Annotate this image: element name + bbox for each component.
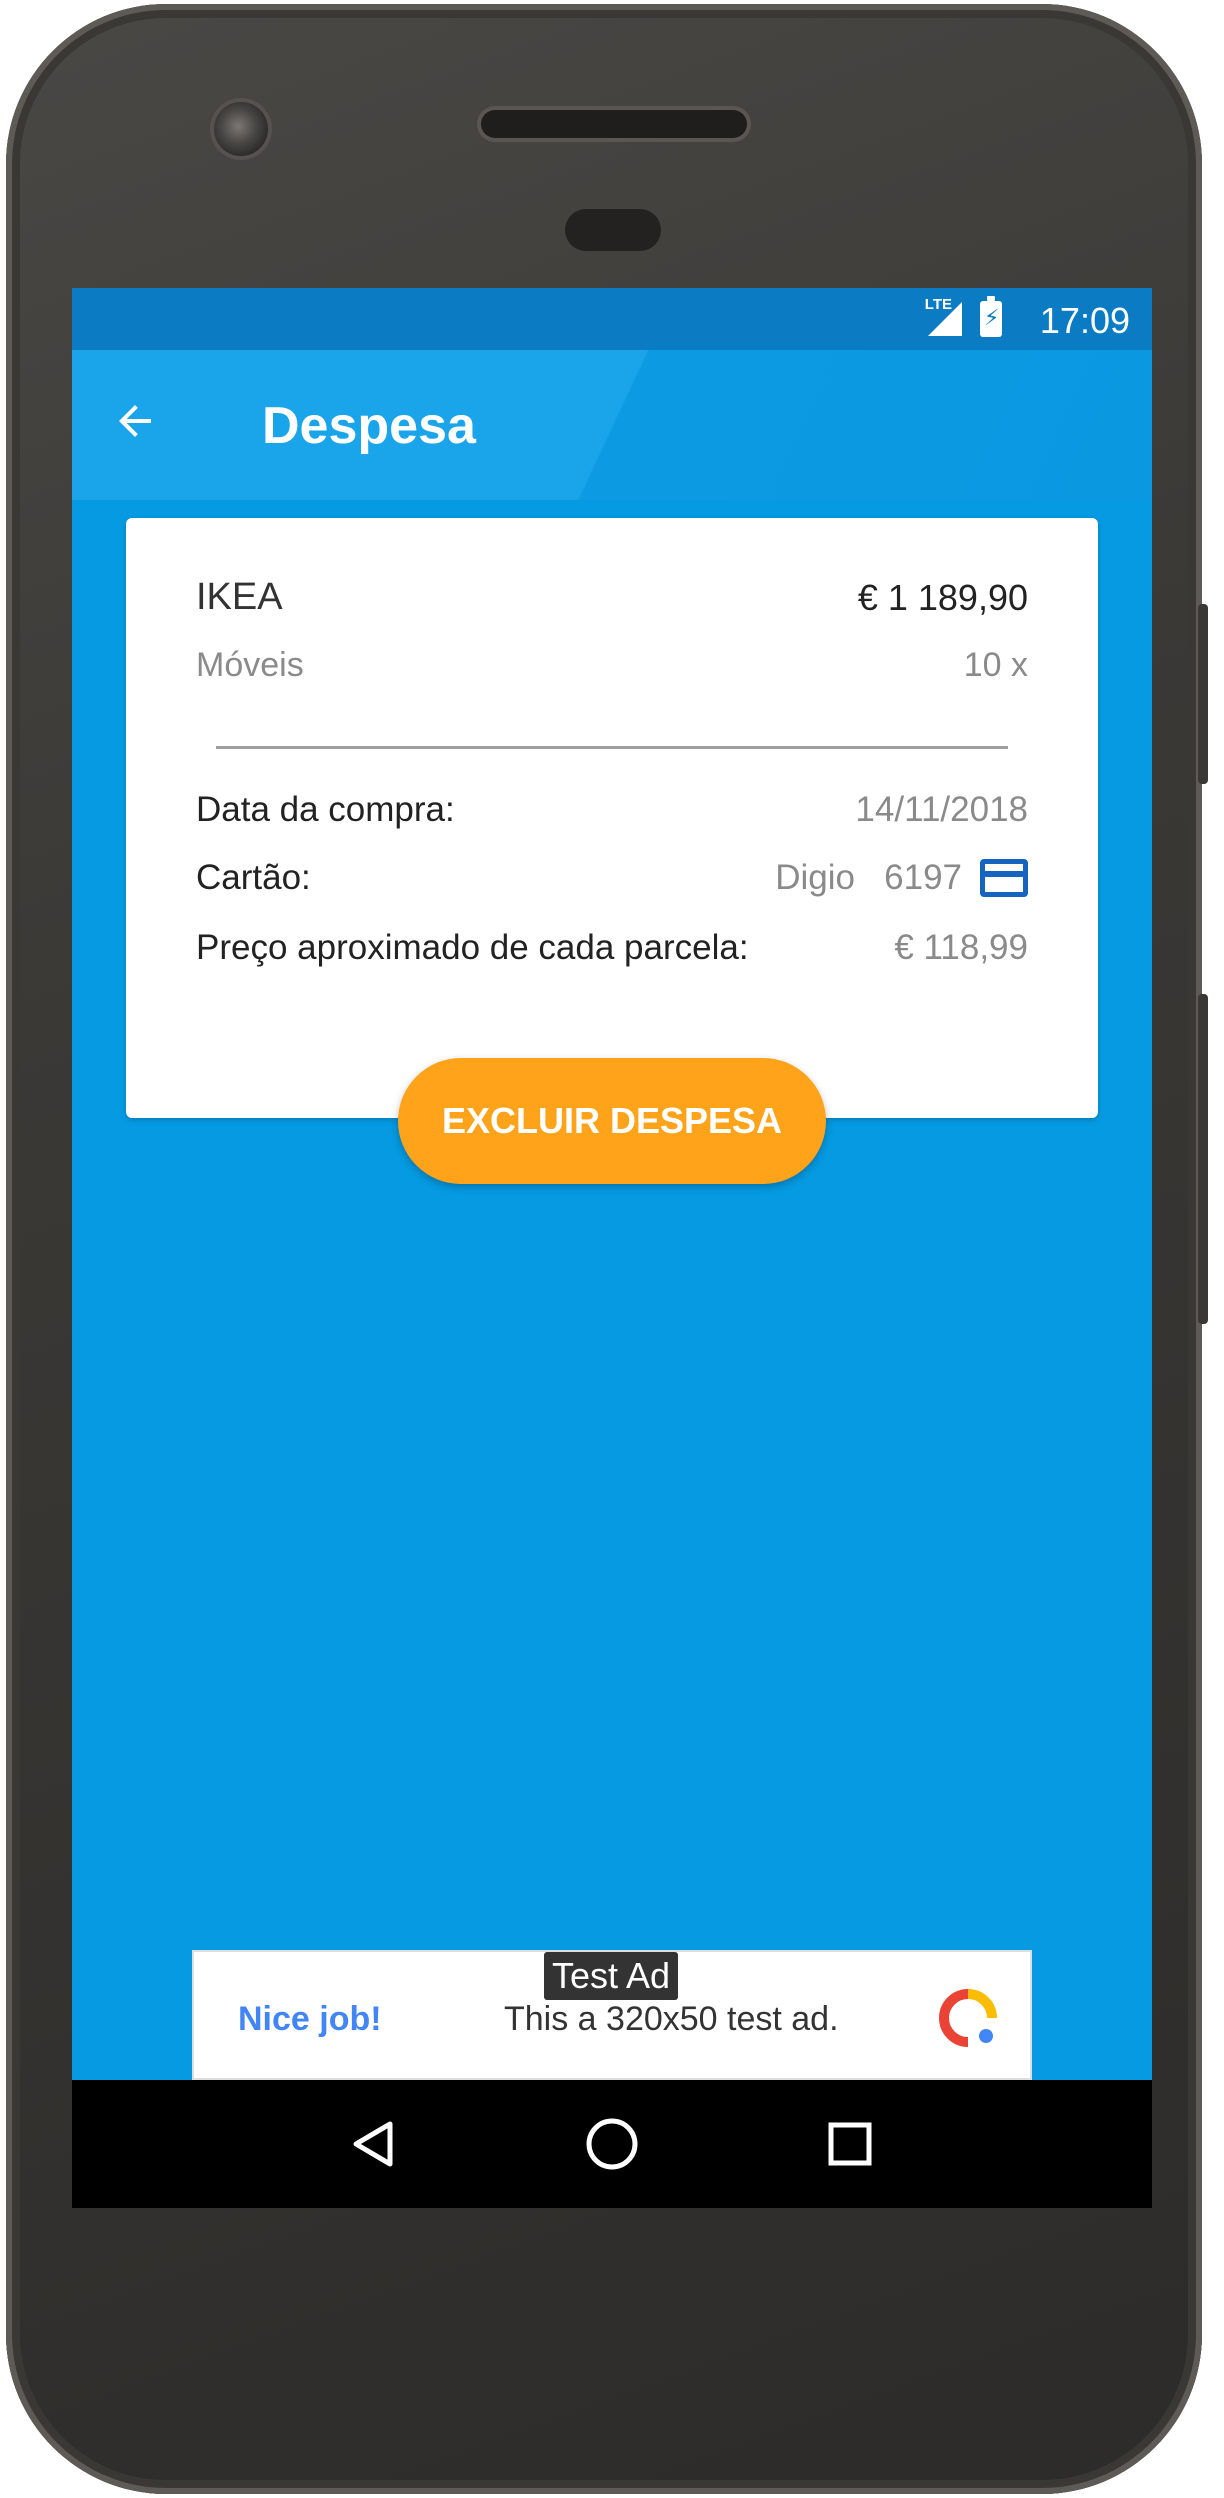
ad-banner[interactable]: Test Ad Nice job! This a 320x50 test ad.	[192, 1950, 1032, 2080]
battery-charging-icon: ⚡	[980, 296, 1002, 337]
installment-count: 10 x	[963, 646, 1028, 684]
category-name: Móveis	[196, 646, 304, 684]
signal-icon	[928, 302, 962, 336]
divider	[216, 746, 1008, 749]
navigation-bar	[72, 2080, 1152, 2208]
store-name: IKEA	[196, 576, 283, 618]
nav-recents-button[interactable]	[810, 2104, 890, 2184]
square-recents-icon	[828, 2122, 872, 2166]
detail-value: Digio 6197	[775, 858, 962, 897]
ad-badge: Test Ad	[544, 1952, 679, 2000]
triangle-back-icon	[353, 2121, 393, 2167]
back-button[interactable]	[102, 388, 168, 454]
detail-row-purchase-date: Data da compra: 14/11/2018	[196, 790, 1028, 830]
circle-home-icon	[586, 2118, 638, 2170]
detail-value: € 118,99	[894, 928, 1028, 967]
credit-card-icon	[980, 859, 1028, 897]
nav-back-button[interactable]	[334, 2104, 414, 2184]
detail-value: 14/11/2018	[855, 790, 1028, 829]
detail-label: Cartão:	[196, 858, 311, 897]
proximity-sensor	[565, 209, 661, 251]
detail-label: Preço aproximado de cada parcela:	[196, 928, 749, 967]
volume-button	[1198, 994, 1208, 1324]
delete-expense-button[interactable]: EXCLUIR DESPESA	[398, 1058, 826, 1184]
detail-label: Data da compra:	[196, 790, 455, 829]
detail-row-installment-price: Preço aproximado de cada parcela: € 118,…	[196, 928, 1028, 968]
expense-card: IKEA € 1 189,90 Móveis 10 x Data da comp…	[126, 518, 1098, 1118]
power-button	[1198, 604, 1208, 784]
expense-category-row: Móveis 10 x	[196, 646, 1028, 685]
page-title: Despesa	[262, 397, 476, 455]
earpiece-speaker	[481, 110, 747, 138]
ad-logo-icon	[938, 1989, 997, 2047]
app-toolbar: Despesa	[72, 350, 1152, 500]
card-info: Digio 6197	[775, 858, 1028, 898]
status-time: 17:09	[1039, 300, 1130, 341]
nav-home-button[interactable]	[572, 2104, 652, 2184]
status-bar: LTE ⚡ 17:09	[72, 288, 1152, 350]
arrow-back-icon	[119, 405, 151, 437]
ad-headline: Nice job!	[238, 2000, 382, 2038]
expense-total: € 1 189,90	[857, 576, 1028, 618]
expense-header-row: IKEA € 1 189,90	[196, 576, 1028, 619]
ad-body: This a 320x50 test ad.	[504, 2000, 839, 2038]
app-screen: LTE ⚡ 17:09 Despesa IKEA € 1 189,90 Móve…	[72, 288, 1152, 2208]
phone-frame: LTE ⚡ 17:09 Despesa IKEA € 1 189,90 Móve…	[6, 4, 1208, 2494]
front-camera	[214, 102, 268, 156]
detail-row-card: Cartão: Digio 6197	[196, 858, 1028, 898]
